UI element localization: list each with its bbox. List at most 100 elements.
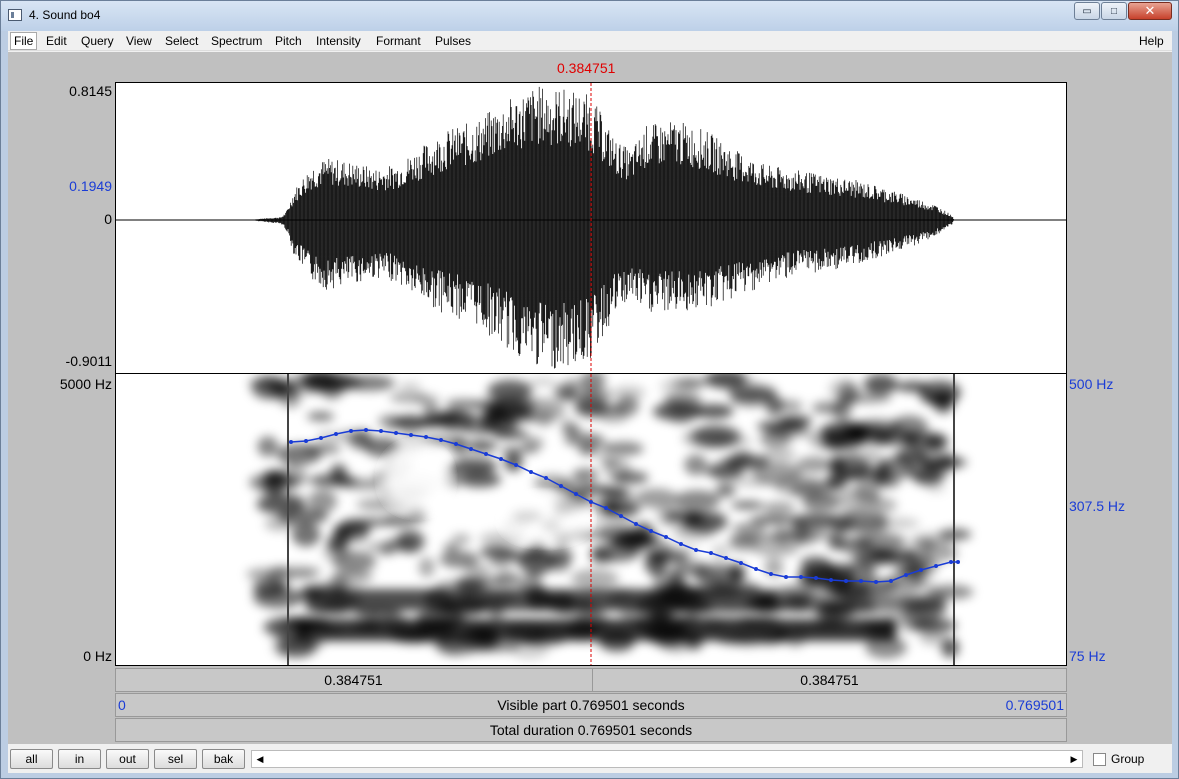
spectrogram-texture bbox=[246, 374, 974, 660]
menu-pitch[interactable]: Pitch bbox=[272, 33, 305, 49]
menu-view[interactable]: View bbox=[123, 33, 155, 49]
pitch-point bbox=[829, 578, 833, 582]
pitch-point bbox=[814, 576, 818, 580]
visible-end-time: 0.769501 bbox=[1005, 697, 1064, 713]
pitch-point bbox=[424, 435, 428, 439]
pitch-bottom-label: 75 Hz bbox=[1069, 648, 1106, 664]
pitch-point bbox=[874, 580, 878, 584]
menu-intensity[interactable]: Intensity bbox=[313, 33, 364, 49]
pitch-point bbox=[754, 567, 758, 571]
waveform-trace bbox=[255, 86, 954, 369]
zoom-out-button[interactable]: out bbox=[106, 749, 149, 769]
app-window: 4. Sound bo4 ▭ □ ✕ File Edit Query View … bbox=[0, 0, 1179, 779]
editor-panel: 0.384751 0.8145 0.1949 0 -0.9011 5000 Hz… bbox=[8, 52, 1172, 744]
wave-min-label: -0.9011 bbox=[65, 353, 112, 369]
pitch-point bbox=[956, 560, 960, 564]
pitch-point bbox=[799, 575, 803, 579]
pitch-point bbox=[499, 457, 503, 461]
waveform-plot bbox=[116, 83, 1066, 373]
scroll-left-icon[interactable]: ◀ bbox=[252, 751, 268, 767]
pitch-point bbox=[679, 542, 683, 546]
group-toggle[interactable]: Group bbox=[1093, 752, 1144, 766]
zoom-selection-button[interactable]: sel bbox=[154, 749, 197, 769]
minimize-icon: ▭ bbox=[1082, 5, 1092, 17]
maximize-button[interactable]: □ bbox=[1101, 2, 1127, 20]
pitch-point bbox=[739, 561, 743, 565]
pitch-point bbox=[484, 452, 488, 456]
menu-formant[interactable]: Formant bbox=[373, 33, 424, 49]
close-button[interactable]: ✕ bbox=[1128, 2, 1172, 20]
editor-client: File Edit Query View Select Spectrum Pit… bbox=[8, 31, 1172, 773]
group-checkbox[interactable] bbox=[1093, 752, 1106, 766]
pitch-point bbox=[574, 492, 578, 496]
menu-bar: File Edit Query View Select Spectrum Pit… bbox=[8, 31, 1172, 51]
zoom-in-button[interactable]: in bbox=[58, 749, 101, 769]
app-icon bbox=[8, 9, 22, 21]
pitch-point bbox=[334, 432, 338, 436]
pitch-point bbox=[439, 438, 443, 442]
zoom-back-button[interactable]: bak bbox=[202, 749, 245, 769]
menu-query[interactable]: Query bbox=[78, 33, 117, 49]
pitch-point bbox=[724, 556, 728, 560]
pitch-point bbox=[514, 463, 518, 467]
wave-cursor-value: 0.1949 bbox=[69, 178, 112, 194]
pitch-point bbox=[304, 439, 308, 443]
zoom-all-button[interactable]: all bbox=[10, 749, 53, 769]
pitch-point bbox=[919, 568, 923, 572]
spectrogram-plot bbox=[246, 374, 974, 665]
visible-part-label: Visible part 0.769501 seconds bbox=[497, 697, 685, 713]
total-duration-label: Total duration 0.769501 seconds bbox=[489, 722, 693, 738]
title-bar[interactable]: 4. Sound bo4 ▭ □ ✕ bbox=[1, 1, 1178, 31]
pitch-point bbox=[934, 564, 938, 568]
minimize-button[interactable]: ▭ bbox=[1074, 2, 1100, 20]
pitch-point bbox=[649, 529, 653, 533]
selection-right-duration[interactable]: 0.384751 bbox=[592, 669, 1066, 691]
pitch-point bbox=[769, 572, 773, 576]
menu-spectrum[interactable]: Spectrum bbox=[208, 33, 265, 49]
pitch-point bbox=[619, 514, 623, 518]
scroll-right-icon[interactable]: ▶ bbox=[1066, 751, 1082, 767]
time-scrollbar[interactable]: ◀ ▶ bbox=[251, 750, 1083, 768]
waveform-view[interactable] bbox=[115, 82, 1067, 374]
wave-zero-label: 0 bbox=[104, 211, 112, 227]
pitch-point bbox=[529, 470, 533, 474]
pitch-point bbox=[634, 522, 638, 526]
pitch-point bbox=[379, 429, 383, 433]
pitch-point bbox=[319, 436, 323, 440]
menu-file[interactable]: File bbox=[10, 32, 38, 50]
pitch-point bbox=[364, 428, 368, 432]
pitch-point bbox=[559, 484, 563, 488]
total-duration-bar[interactable]: Total duration 0.769501 seconds bbox=[115, 718, 1067, 742]
spec-top-label: 5000 Hz bbox=[59, 376, 112, 392]
pitch-point bbox=[949, 560, 953, 564]
pitch-point bbox=[709, 551, 713, 555]
visible-part-bar[interactable]: 0 Visible part 0.769501 seconds 0.769501 bbox=[115, 693, 1067, 717]
pitch-point bbox=[859, 579, 863, 583]
pitch-point bbox=[394, 431, 398, 435]
pitch-point bbox=[469, 447, 473, 451]
pitch-point bbox=[694, 548, 698, 552]
pitch-point bbox=[844, 579, 848, 583]
spectrogram-view[interactable] bbox=[115, 374, 1067, 666]
cursor-time-label: 0.384751 bbox=[557, 60, 616, 76]
spec-bottom-label: 0 Hz bbox=[83, 648, 112, 664]
selection-bar[interactable]: 0.384751 0.384751 bbox=[115, 668, 1067, 692]
wave-max-label: 0.8145 bbox=[69, 83, 112, 99]
pitch-point bbox=[454, 442, 458, 446]
group-label: Group bbox=[1111, 752, 1145, 766]
pitch-point bbox=[889, 579, 893, 583]
menu-select[interactable]: Select bbox=[162, 33, 201, 49]
pitch-point bbox=[289, 440, 293, 444]
selection-left-duration[interactable]: 0.384751 bbox=[116, 669, 591, 691]
pitch-point bbox=[409, 433, 413, 437]
menu-pulses[interactable]: Pulses bbox=[432, 33, 474, 49]
pitch-top-label: 500 Hz bbox=[1069, 376, 1114, 392]
window-title: 4. Sound bo4 bbox=[29, 8, 101, 22]
menu-edit[interactable]: Edit bbox=[43, 33, 70, 49]
menu-help[interactable]: Help bbox=[1136, 33, 1167, 49]
close-icon: ✕ bbox=[1144, 3, 1156, 18]
pitch-point bbox=[784, 575, 788, 579]
pitch-point bbox=[664, 535, 668, 539]
pitch-point bbox=[904, 573, 908, 577]
bottom-toolbar: all in out sel bak ◀ ▶ Group bbox=[8, 745, 1172, 773]
